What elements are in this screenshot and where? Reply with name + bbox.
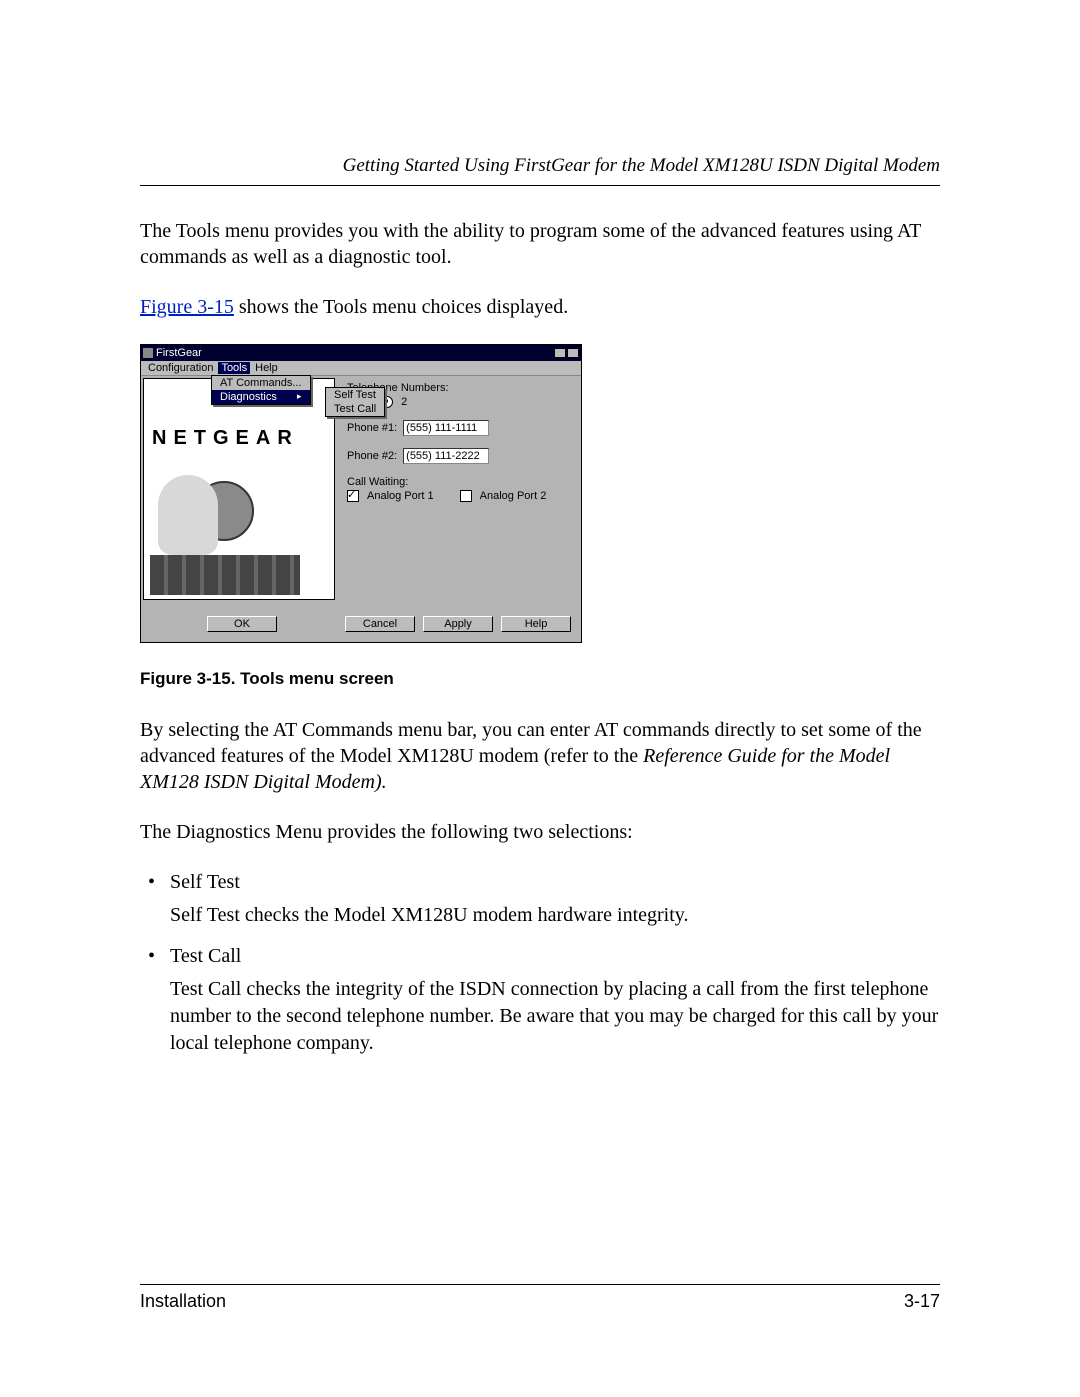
footer-right: 3-17 (904, 1291, 940, 1312)
cancel-button[interactable]: Cancel (345, 616, 415, 632)
bullet-desc: Self Test checks the Model XM128U modem … (170, 902, 940, 929)
close-icon[interactable] (567, 348, 579, 358)
menu-item-self-test[interactable]: Self Test (326, 388, 384, 402)
paragraph-2-rest: shows the Tools menu choices displayed. (234, 296, 568, 318)
list-item: Self Test Self Test checks the Model XM1… (170, 869, 940, 929)
page-footer: Installation 3-17 (140, 1284, 940, 1312)
phone1-label: Phone #1: (347, 422, 397, 434)
analog-port-2-label: Analog Port 2 (480, 490, 547, 502)
paragraph-3: By selecting the AT Commands menu bar, y… (140, 717, 940, 795)
paragraph-2: Figure 3-15 shows the Tools menu choices… (140, 294, 940, 320)
figure-link[interactable]: Figure 3-15 (140, 296, 234, 318)
screenshot-figure: FirstGear Configuration Tools Help AT Co… (140, 344, 940, 689)
checkbox-analog-port-2[interactable] (460, 490, 472, 502)
page-header: Getting Started Using FirstGear for the … (140, 155, 940, 186)
titlebar: FirstGear (141, 345, 581, 361)
minimize-icon[interactable] (554, 348, 566, 358)
ok-button[interactable]: OK (207, 616, 277, 632)
call-waiting-label: Call Waiting: (347, 476, 408, 488)
diagnostics-flyout: Self Test Test Call (325, 387, 385, 417)
phone2-label: Phone #2: (347, 450, 397, 462)
app-title: FirstGear (156, 347, 202, 359)
menu-help[interactable]: Help (252, 362, 281, 374)
phone2-input[interactable]: (555) 111-2222 (403, 448, 489, 464)
menu-tools[interactable]: Tools (218, 362, 250, 374)
menu-item-label: AT Commands... (220, 377, 302, 389)
paragraph-4: The Diagnostics Menu provides the follow… (140, 819, 940, 845)
figure-caption: Figure 3-15. Tools menu screen (140, 669, 940, 689)
menu-item-at-commands[interactable]: AT Commands... (212, 376, 310, 390)
app-window: FirstGear Configuration Tools Help AT Co… (140, 344, 582, 643)
radio-2-label: 2 (401, 396, 407, 408)
help-button[interactable]: Help (501, 616, 571, 632)
list-item: Test Call Test Call checks the integrity… (170, 943, 940, 1057)
bullet-list: Self Test Self Test checks the Model XM1… (140, 869, 940, 1057)
checkbox-analog-port-1[interactable] (347, 490, 359, 502)
footer-left: Installation (140, 1291, 226, 1312)
bullet-desc: Test Call checks the integrity of the IS… (170, 976, 940, 1057)
paragraph-1: The Tools menu provides you with the abi… (140, 218, 940, 270)
chevron-right-icon: ▸ (297, 391, 302, 403)
bullet-title: Self Test (170, 871, 240, 893)
menu-configuration[interactable]: Configuration (145, 362, 216, 374)
menu-item-diagnostics[interactable]: Diagnostics ▸ (212, 390, 310, 404)
menu-item-label: Diagnostics (220, 391, 277, 403)
phone1-input[interactable]: (555) 111-1111 (403, 420, 489, 436)
tools-dropdown: AT Commands... Diagnostics ▸ (211, 375, 311, 405)
menu-item-test-call[interactable]: Test Call (326, 402, 384, 416)
brand-panel: NETGEAR (143, 378, 335, 600)
gear-illustration (148, 469, 308, 599)
bullet-title: Test Call (170, 945, 241, 967)
analog-port-1-label: Analog Port 1 (367, 490, 434, 502)
menubar: Configuration Tools Help (141, 361, 581, 376)
app-icon (143, 348, 153, 358)
apply-button[interactable]: Apply (423, 616, 493, 632)
